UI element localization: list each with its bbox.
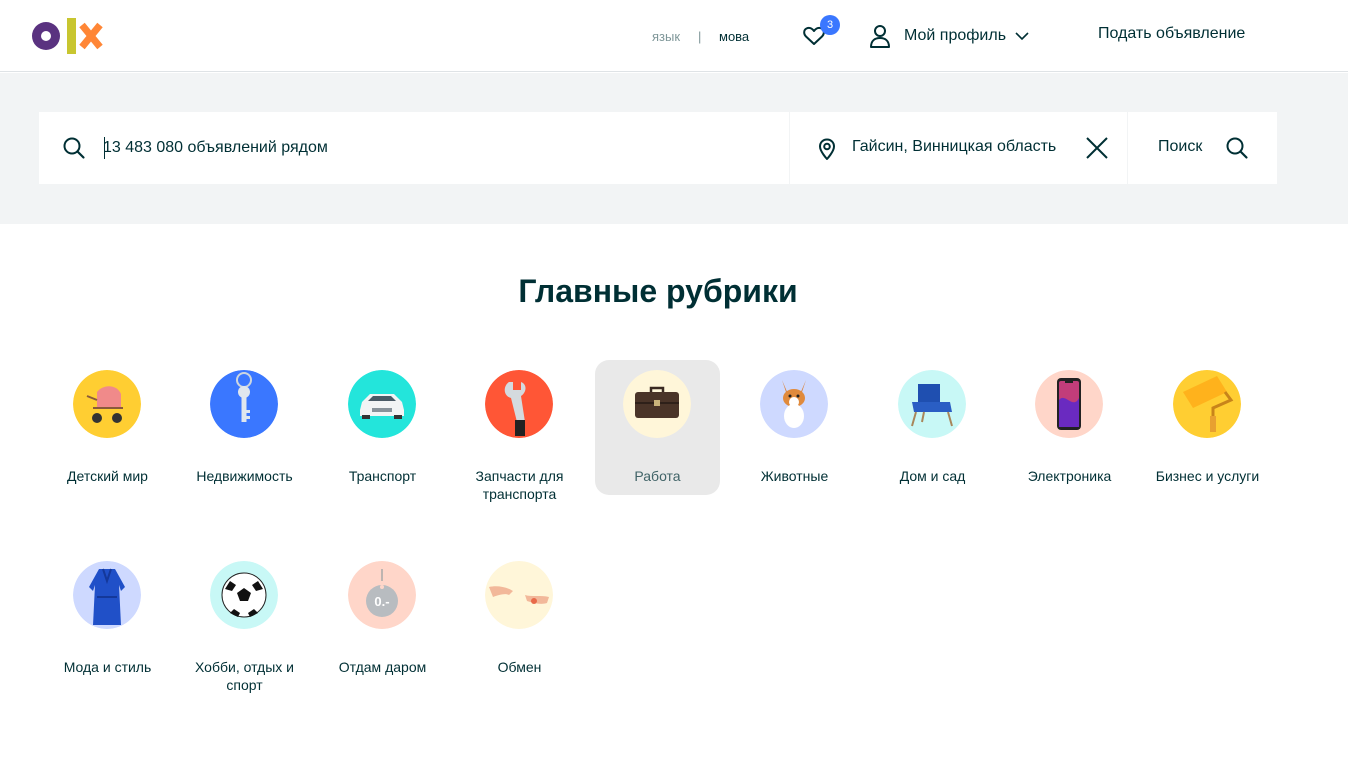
stroller-icon: [73, 370, 141, 438]
olx-logo[interactable]: [30, 16, 104, 56]
chevron-down-icon: [1015, 32, 1029, 41]
category-hobby[interactable]: Хобби, отдых и спорт: [182, 551, 307, 693]
location-value: Гайсин, Винницкая область: [852, 138, 1057, 155]
search-input[interactable]: [103, 134, 763, 162]
category-parts[interactable]: Запчасти для транспорта: [457, 360, 582, 502]
text-caret: [104, 137, 105, 159]
category-label: Электроника: [1027, 468, 1112, 484]
category-label: Недвижимость: [196, 468, 293, 484]
smartphone-icon: [1035, 370, 1103, 438]
location-field[interactable]: Гайсин, Винницкая область: [790, 112, 1128, 184]
category-label: Запчасти для транспорта: [475, 468, 564, 502]
soccer-ball-icon: [210, 561, 278, 629]
search-query-field[interactable]: [39, 112, 790, 184]
wrench-icon: [485, 370, 553, 438]
category-electronics[interactable]: Электроника: [1007, 360, 1132, 495]
category-label: Хобби, отдых и спорт: [195, 659, 294, 693]
post-ad-button[interactable]: Подать объявление: [1098, 25, 1245, 43]
location-pin-icon: [819, 138, 835, 160]
category-business[interactable]: Бизнес и услуги: [1145, 360, 1270, 495]
category-jobs[interactable]: Работа: [595, 360, 720, 495]
search-icon: [63, 137, 85, 159]
favorites-count-badge: 3: [820, 15, 840, 35]
user-icon: [870, 25, 890, 48]
category-exchange[interactable]: Обмен: [457, 551, 582, 686]
robe-icon: [73, 561, 141, 629]
category-label: Детский мир: [67, 468, 148, 484]
category-fashion[interactable]: Мода и стиль: [45, 551, 170, 686]
briefcase-icon: [623, 370, 691, 438]
category-label: Дом и сад: [899, 468, 966, 484]
lang-ru-link[interactable]: язык: [652, 29, 680, 44]
dog-icon: [760, 370, 828, 438]
category-label: Обмен: [497, 659, 542, 675]
search-button-label: Поиск: [1158, 138, 1203, 155]
category-free[interactable]: 0.- Отдам даром: [320, 551, 445, 686]
category-label: Работа: [634, 468, 681, 484]
search-bar: Гайсин, Винницкая область Поиск: [39, 112, 1277, 184]
search-band: Гайсин, Винницкая область Поиск: [0, 73, 1348, 224]
category-kids[interactable]: Детский мир: [45, 360, 170, 495]
top-header: язык | мова 3 Мой профиль Подать объявле…: [0, 0, 1348, 72]
category-label: Отдам даром: [338, 659, 427, 675]
paint-roller-icon: [1173, 370, 1241, 438]
category-label: Бизнес и услуги: [1155, 468, 1260, 484]
search-button[interactable]: Поиск: [1128, 112, 1277, 184]
search-icon: [1226, 137, 1248, 159]
lang-separator: |: [698, 29, 702, 44]
lang-ua-link[interactable]: мова: [719, 29, 749, 44]
category-transport[interactable]: Транспорт: [320, 360, 445, 495]
price-tag-icon: 0.-: [348, 561, 416, 629]
category-realty[interactable]: Недвижимость: [182, 360, 307, 495]
svg-text:0.-: 0.-: [374, 594, 389, 609]
profile-menu-button[interactable]: Мой профиль: [868, 22, 1030, 50]
page-title: Главные рубрики: [518, 273, 798, 309]
handshake-icon: [485, 561, 553, 629]
category-label: Животные: [760, 468, 829, 484]
key-icon: [210, 370, 278, 438]
category-home-garden[interactable]: Дом и сад: [870, 360, 995, 495]
profile-label: Мой профиль: [904, 27, 1007, 44]
category-label: Транспорт: [348, 468, 417, 484]
category-animals[interactable]: Животные: [732, 360, 857, 495]
car-icon: [348, 370, 416, 438]
category-label: Мода и стиль: [63, 659, 152, 675]
close-icon[interactable]: [1085, 136, 1109, 160]
armchair-icon: [898, 370, 966, 438]
